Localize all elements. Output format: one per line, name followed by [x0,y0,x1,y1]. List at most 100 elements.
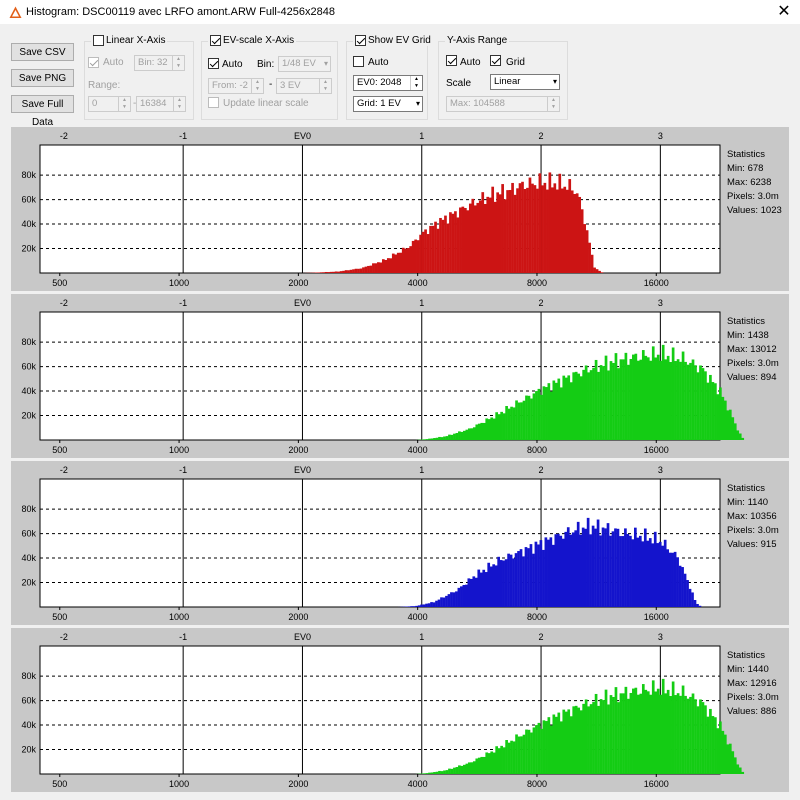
update-linear-scale-checkbox[interactable] [208,97,219,108]
linear-tick-label: 4000 [408,779,428,789]
histogram-bar [510,740,513,774]
histogram-bar [537,388,541,440]
histogram-bar [542,386,546,440]
histogram-bar [455,591,458,607]
histogram-bar [658,541,662,607]
histogram-bar [619,693,623,774]
ev-bin-select[interactable]: 1/48 EV ▾ [278,56,331,72]
ev-from-field[interactable]: From: -2 ▲ ▼ [208,78,264,94]
histogram-bar [430,772,434,774]
spin-arrows-icon[interactable]: ▲ ▼ [319,79,331,93]
histogram-bar [644,689,648,774]
save-csv-button[interactable]: Save CSV [11,43,74,61]
ev0-field[interactable]: EV0: 2048 ▲ ▼ [353,75,423,91]
linear-tick-label: 8000 [527,779,547,789]
spin-arrows-icon[interactable]: ▲ ▼ [118,97,130,111]
range-to-field[interactable]: 16384 ▲ ▼ [136,96,186,112]
histogram-bar [709,374,712,440]
ev-scale-x-axis-checkbox[interactable] [210,35,221,46]
histogram-bar [435,600,438,607]
histogram-bar [528,177,532,273]
histogram-bar [572,706,576,774]
spin-arrows-icon[interactable]: ▲ ▼ [547,97,559,111]
ev-tick-label: EV0 [294,298,311,308]
linear-tick-label: 16000 [644,445,669,455]
linear-tick-label: 2000 [288,612,308,622]
histogram-bar [538,173,542,273]
spin-arrows-icon[interactable]: ▲ ▼ [173,97,185,111]
histogram-bar [483,203,487,273]
histogram-bar [409,246,413,273]
histogram-bar [579,534,583,607]
histogram-bar [508,189,512,273]
ev-to-field[interactable]: 3 EV ▲ ▼ [276,78,332,94]
histogram-bar [646,691,650,774]
histogram-bar [412,606,416,607]
linear-bin-field[interactable]: Bin: 32 ▲ ▼ [134,55,185,71]
histogram-bar [507,408,511,440]
histogram-svg-2: 80k 60k 40k 20k -2 -1 EV0 1 2 3 500 1000 2000 4000 800… [21,465,721,622]
histogram-bar [517,402,521,440]
histogram-bar [556,533,560,607]
histogram-bar [445,595,448,607]
histogram-bar [492,418,496,440]
range-from-field[interactable]: 0 ▲ ▼ [88,96,131,112]
ev-auto-checkbox[interactable] [208,58,219,69]
linear-auto-checkbox[interactable] [88,57,99,68]
histogram-bar [696,372,700,440]
histogram-bar [619,536,622,607]
histogram-bar [515,734,518,774]
ev-tick-label: 3 [658,632,663,642]
histogram-bar [522,556,525,607]
linear-x-axis-checkbox[interactable] [93,35,104,46]
histogram-bar [629,358,633,440]
linear-tick-label: 2000 [288,278,308,288]
histogram-bar [671,552,674,607]
histogram-bar [674,361,677,440]
save-png-button[interactable]: Save PNG [11,69,74,87]
histogram-svg-3: 80k 60k 40k 20k -2 -1 EV0 1 2 3 500 1000 2000 4000 800… [21,632,745,789]
show-ev-grid-checkbox[interactable] [355,35,366,46]
histogram-bar [726,410,730,440]
scale-select[interactable]: Linear ▾ [490,74,560,90]
y-grid-checkbox[interactable] [490,55,501,66]
histogram-bar [569,716,573,774]
grid-step-select[interactable]: Grid: 1 EV ▾ [353,96,423,112]
close-icon[interactable]: ✕ [768,0,800,24]
histogram-bar [686,580,689,607]
histogram-bar [589,370,593,440]
histogram-bar [733,757,737,774]
histogram-bar [689,362,692,440]
ev-tick-label: 1 [419,632,424,642]
histogram-bar [379,262,383,273]
histogram-bar [559,721,563,774]
y-max-field[interactable]: Max: 104588 ▲ ▼ [446,96,560,112]
spin-arrows-icon[interactable]: ▲ ▼ [172,56,184,70]
histogram-bar [661,678,665,774]
y-auto-checkbox[interactable] [446,55,457,66]
histogram-bar [709,708,712,774]
histogram-bar [525,395,528,440]
histogram-bar [339,271,343,273]
histogram-bar [643,528,647,607]
histogram-svg-0: 80k 60k 40k 20k -2 -1 EV0 1 2 3 500 1000 2000 4000 800… [21,131,721,288]
ev-grid-auto-checkbox[interactable] [353,56,364,67]
histogram-bar [586,517,590,607]
histogram-bar [535,391,538,440]
histogram-bar [676,359,680,440]
histogram-bar [661,344,665,440]
spin-arrows-icon[interactable]: ▲ ▼ [251,79,263,93]
histogram-bar [649,360,653,440]
histogram-bar [504,559,508,607]
histogram-bar [475,424,479,440]
histogram-bar [587,372,590,440]
save-full-data-button[interactable]: Save Full Data [11,95,74,128]
histogram-bar [490,751,494,774]
spin-arrows-icon[interactable]: ▲ ▼ [410,76,422,90]
histogram-bar [596,519,600,607]
histogram-bar [646,357,650,440]
histogram-bar [584,699,588,774]
y-tick-label: 80k [21,671,36,681]
histogram-bar [733,423,737,440]
histogram-bar [428,438,431,440]
